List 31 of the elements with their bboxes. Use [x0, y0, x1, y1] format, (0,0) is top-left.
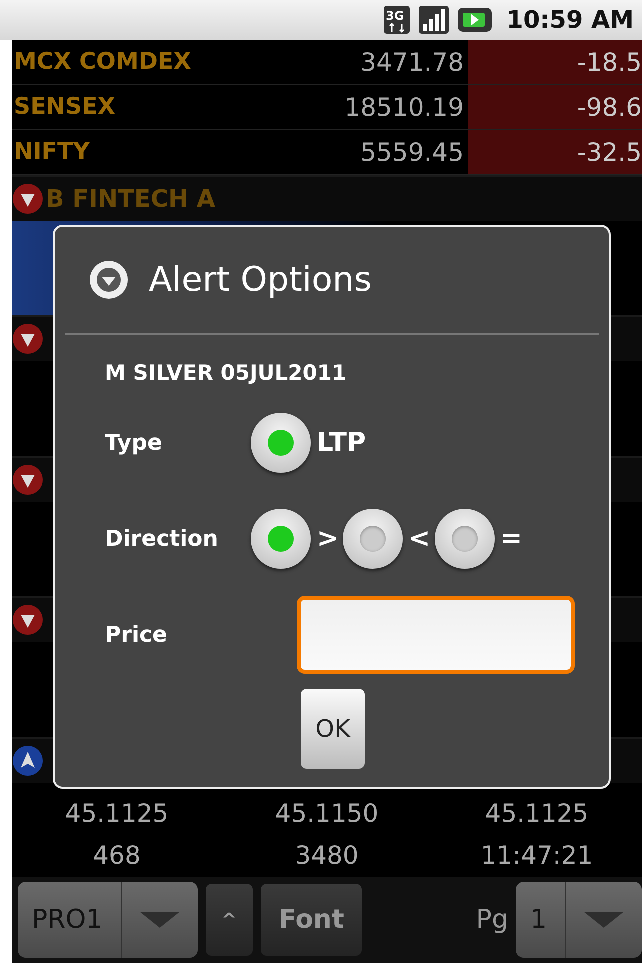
dropdown-arrow-icon [140, 912, 180, 928]
page-label: Pg [476, 905, 508, 935]
font-button[interactable]: Font [260, 884, 362, 956]
field-label: Price [105, 622, 168, 648]
quote-value: 45.1125 [64, 799, 170, 828]
index-change: -32.5 [468, 130, 642, 174]
field-label: Direction [105, 526, 220, 552]
signal-icon [418, 4, 449, 36]
dialog-title: Alert Options [149, 260, 372, 300]
index-name: NIFTY [13, 139, 91, 165]
dropdown-arrow-icon [584, 912, 624, 928]
quote-value: 11:47:21 [480, 841, 594, 870]
scrip-name: B FINTECH A [46, 185, 216, 213]
scrip-name: M SILVER 05JUL2011 [105, 361, 348, 385]
quote-value: 468 [92, 841, 142, 870]
quote-value: 45.1125 [484, 799, 590, 828]
price-input[interactable] [297, 596, 575, 674]
index-change: -98.6 [468, 85, 642, 129]
index-value: 18510.19 [344, 92, 465, 122]
index-name: SENSEX [13, 94, 117, 120]
field-label: Type [105, 430, 164, 456]
index-change: -18.5 [468, 40, 642, 84]
index-name: MCX COMDEX [13, 49, 192, 75]
quote-value: 3480 [294, 841, 360, 870]
up-button[interactable]: ^ [206, 884, 253, 956]
network-icon: 3G [382, 4, 411, 36]
clock-time: 10:59 AM [506, 6, 634, 34]
ok-button[interactable]: OK [301, 689, 365, 769]
index-value: 5559.45 [360, 138, 465, 166]
quote-value: 45.1150 [274, 799, 380, 828]
index-value: 3471.78 [360, 48, 465, 76]
